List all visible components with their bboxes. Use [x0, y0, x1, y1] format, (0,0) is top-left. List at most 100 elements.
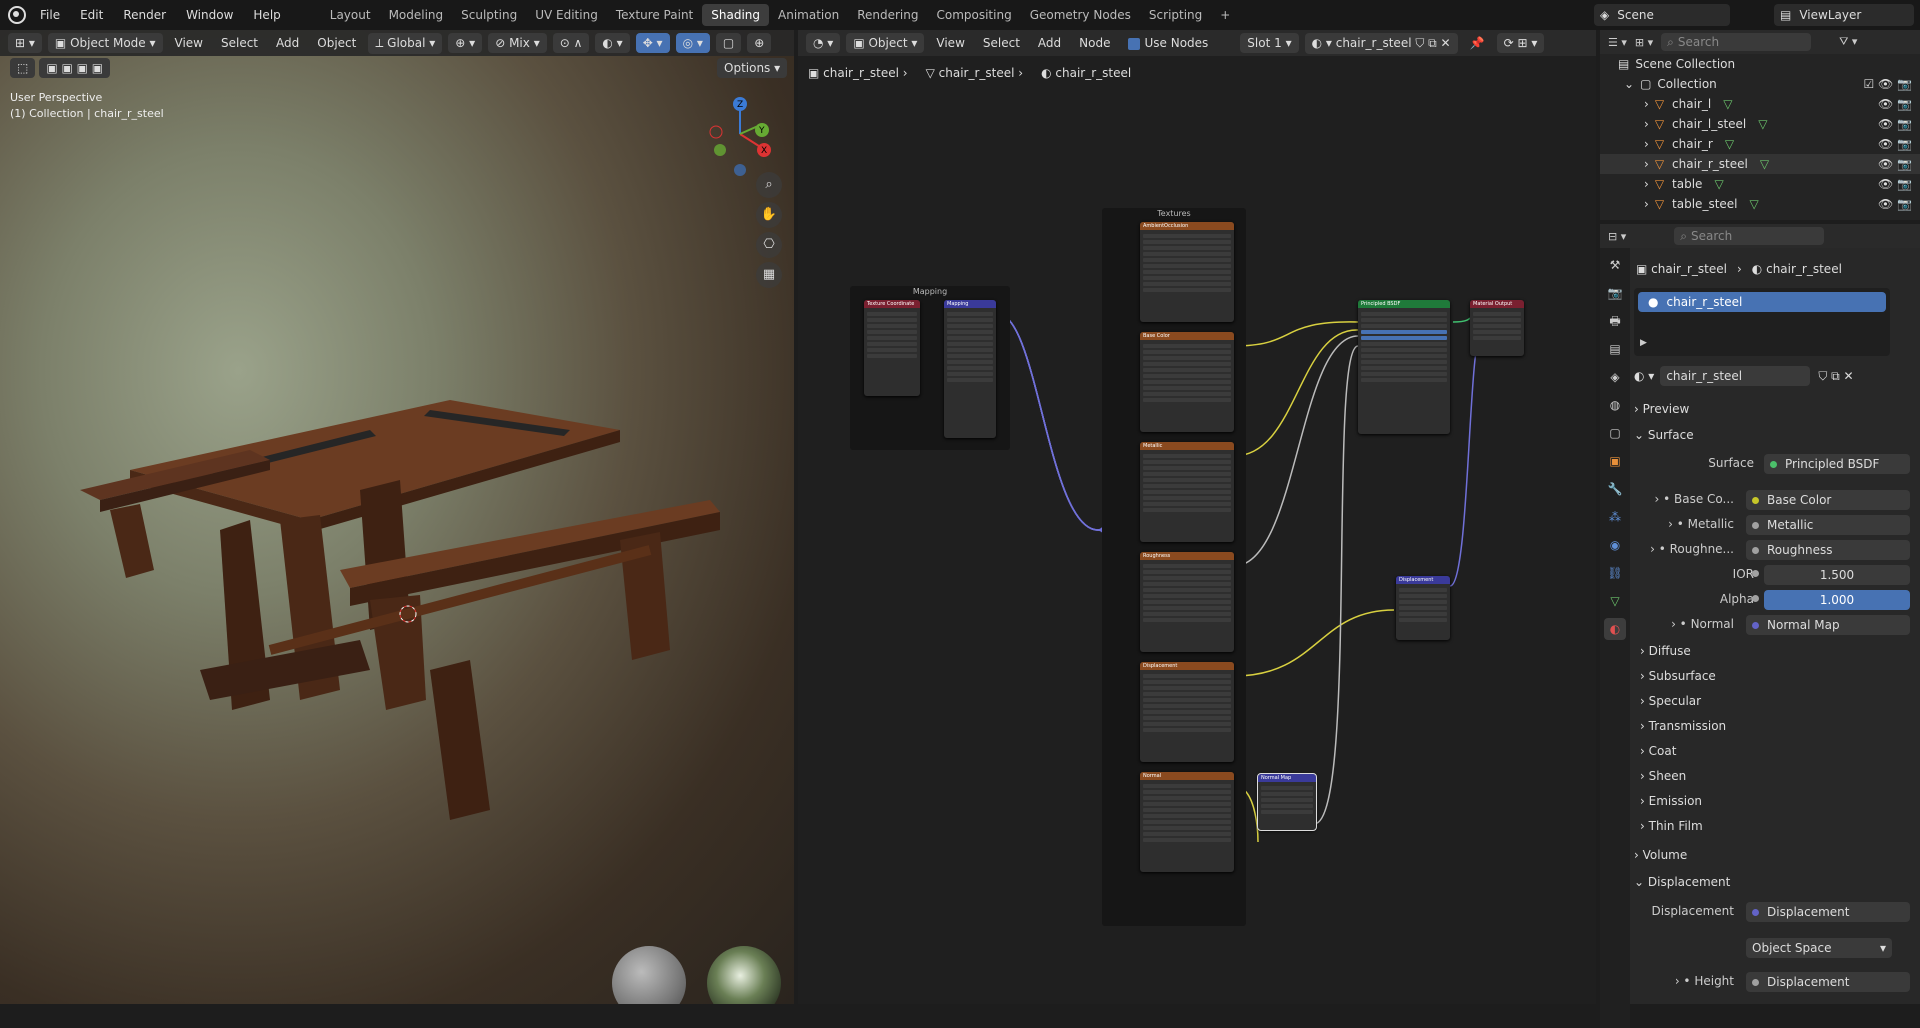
overlay-toggle-icon[interactable]: ◎ ▾: [675, 33, 710, 53]
row-visibility-icons[interactable]: 👁 📷: [1878, 177, 1912, 191]
data-tab-icon[interactable]: ▽: [1604, 590, 1626, 612]
select-mode-icons[interactable]: ▣ ▣ ▣ ▣: [39, 58, 111, 78]
properties-editor-icon[interactable]: ⊟ ▾: [1608, 230, 1626, 243]
chevron-down-icon[interactable]: ⌄: [1624, 77, 1634, 91]
tab-layout[interactable]: Layout: [321, 4, 380, 26]
displacement-texture-node[interactable]: Displacement: [1140, 662, 1234, 762]
world-tab-icon[interactable]: ◍: [1604, 394, 1626, 416]
outliner-display-icon[interactable]: ⊞ ▾: [1635, 36, 1653, 49]
tab-shading[interactable]: Shading: [702, 4, 769, 26]
viewport-menu-view[interactable]: View: [169, 33, 209, 53]
outliner-item-table-steel[interactable]: › ▽ table_steel ▽ 👁 📷: [1600, 194, 1920, 214]
section-volume[interactable]: › Volume: [1634, 844, 1920, 866]
menu-render[interactable]: Render: [123, 8, 166, 22]
transform-orientation-selector[interactable]: ⟂ Global ▾: [368, 32, 443, 54]
ao-texture-node[interactable]: AmbientOcclusion: [1140, 222, 1234, 322]
material-actions-icons[interactable]: ⛉ ⧉ ✕: [1818, 369, 1853, 384]
gizmo-toggle-icon[interactable]: ✥ ▾: [635, 33, 670, 53]
normal-texture-node[interactable]: Normal: [1140, 772, 1234, 872]
particles-tab-icon[interactable]: ⁂: [1604, 506, 1626, 528]
viewport-menu-select[interactable]: Select: [215, 33, 264, 53]
mesh-data-icon[interactable]: ▽: [1725, 137, 1734, 151]
subpanel-sheen[interactable]: › Sheen: [1634, 765, 1920, 787]
filter-icon[interactable]: ⛛ ▾: [1839, 35, 1857, 49]
properties-search-input[interactable]: ⌕ Search: [1674, 227, 1825, 245]
material-browse-icon[interactable]: ◐ ▾: [1634, 369, 1654, 383]
normal-field[interactable]: Normal Map: [1746, 615, 1910, 635]
physics-tab-icon[interactable]: ◉: [1604, 534, 1626, 556]
zoom-icon[interactable]: ⌕: [756, 172, 782, 198]
roughness-texture-node[interactable]: Roughness: [1140, 552, 1234, 652]
row-visibility-icons[interactable]: 👁 📷: [1878, 97, 1912, 111]
row-visibility-icons[interactable]: 👁 📷: [1878, 137, 1912, 151]
3d-cursor-icon[interactable]: [396, 602, 420, 626]
mesh-data-icon[interactable]: ▽: [1760, 157, 1769, 171]
navigation-gizmo[interactable]: Z Y X: [700, 92, 790, 182]
displacement-node[interactable]: Displacement: [1396, 576, 1450, 640]
subpanel-specular[interactable]: › Specular: [1634, 690, 1920, 712]
shader-node-editor[interactable]: ◔ ▾ ▣ Object ▾ View Select Add Node Use …: [798, 30, 1596, 1004]
material-slot-item[interactable]: ● chair_r_steel: [1638, 292, 1886, 312]
view-layer-tab-icon[interactable]: ▤: [1604, 338, 1626, 360]
pan-hand-icon[interactable]: ✋: [756, 202, 782, 228]
displacement-field[interactable]: Displacement: [1746, 902, 1910, 922]
alpha-field[interactable]: 1.000: [1764, 590, 1910, 610]
section-displacement[interactable]: ⌄ Displacement: [1634, 871, 1920, 893]
subpanel-thin-film[interactable]: › Thin Film: [1634, 815, 1920, 837]
row-visibility-icons[interactable]: 👁 📷: [1878, 197, 1912, 211]
surface-shader-field[interactable]: Principled BSDF: [1764, 454, 1910, 474]
gizmo-neg-z[interactable]: [734, 164, 746, 176]
select-box-icon[interactable]: ⬚: [10, 58, 36, 78]
menu-edit[interactable]: Edit: [80, 8, 103, 22]
subpanel-subsurface[interactable]: › Subsurface: [1634, 665, 1920, 687]
viewport-menu-object[interactable]: Object: [311, 33, 362, 53]
ior-socket-icon[interactable]: [1752, 570, 1759, 577]
principled-bsdf-node[interactable]: Principled BSDF: [1358, 300, 1450, 434]
mesh-data-icon[interactable]: ▽: [1714, 177, 1723, 191]
section-preview[interactable]: › Preview: [1634, 398, 1920, 420]
tab-scripting[interactable]: Scripting: [1140, 4, 1211, 26]
menu-help[interactable]: Help: [253, 8, 280, 22]
add-workspace-button[interactable]: +: [1211, 4, 1239, 26]
collection-tab-icon[interactable]: ▢: [1604, 422, 1626, 444]
viewlayer-selector[interactable]: ▤ ViewLayer: [1774, 4, 1914, 26]
camera-view-icon[interactable]: ⎔: [756, 232, 782, 258]
gizmo-neg-y[interactable]: [714, 144, 726, 156]
ior-field[interactable]: 1.500: [1764, 565, 1910, 585]
outliner-editor-icon[interactable]: ☰ ▾: [1608, 36, 1627, 49]
outliner-search-input[interactable]: ⌕ Search: [1661, 33, 1812, 51]
section-surface[interactable]: ⌄ Surface: [1634, 424, 1920, 446]
modifier-tab-icon[interactable]: 🔧: [1604, 478, 1626, 500]
metallic-texture-node[interactable]: Metallic: [1140, 442, 1234, 542]
row-visibility-icons[interactable]: 👁 📷: [1878, 157, 1912, 171]
gizmo-neg-x[interactable]: [709, 125, 723, 139]
object-tab-icon[interactable]: ▣: [1604, 450, 1626, 472]
scene-tab-icon[interactable]: ◈: [1604, 366, 1626, 388]
tab-rendering[interactable]: Rendering: [848, 4, 927, 26]
tab-modeling[interactable]: Modeling: [380, 4, 453, 26]
mesh-data-icon[interactable]: ▽: [1750, 197, 1759, 211]
pivot-icon[interactable]: ⊕ ▾: [448, 33, 483, 53]
mesh-data-icon[interactable]: ▽: [1723, 97, 1732, 111]
alpha-socket-icon[interactable]: [1752, 595, 1759, 602]
viewport-menu-add[interactable]: Add: [270, 33, 305, 53]
tab-uv-editing[interactable]: UV Editing: [526, 4, 607, 26]
mapping-node[interactable]: Mapping: [944, 300, 996, 438]
outliner-item-table[interactable]: › ▽ table ▽ 👁 📷: [1600, 174, 1920, 194]
scene-selector[interactable]: ◈ Scene: [1594, 4, 1730, 26]
material-datablock[interactable]: ◐ ▾ chair_r_steel ⛉ ⧉ ✕: [1634, 366, 1874, 386]
menu-file[interactable]: File: [40, 8, 60, 22]
outliner-item-chair-r-steel[interactable]: › ▽ chair_r_steel ▽ 👁 📷: [1600, 154, 1920, 174]
tool-tab-icon[interactable]: ⚒: [1604, 254, 1626, 276]
subpanel-diffuse[interactable]: › Diffuse: [1634, 640, 1920, 662]
mesh-data-icon[interactable]: ▽: [1758, 117, 1767, 131]
material-output-node[interactable]: Material Output: [1470, 300, 1524, 356]
options-button[interactable]: Options ▾: [717, 58, 788, 78]
tab-compositing[interactable]: Compositing: [927, 4, 1020, 26]
normal-map-node[interactable]: Normal Map: [1257, 773, 1317, 831]
blender-logo-icon[interactable]: [8, 6, 26, 24]
subpanel-transmission[interactable]: › Transmission: [1634, 715, 1920, 737]
row-visibility-icons[interactable]: ☑ 👁 📷: [1863, 77, 1912, 91]
collection-row[interactable]: ⌄ ▢ Collection ☑ 👁 📷: [1600, 74, 1920, 94]
constraints-tab-icon[interactable]: ⛓: [1604, 562, 1626, 584]
